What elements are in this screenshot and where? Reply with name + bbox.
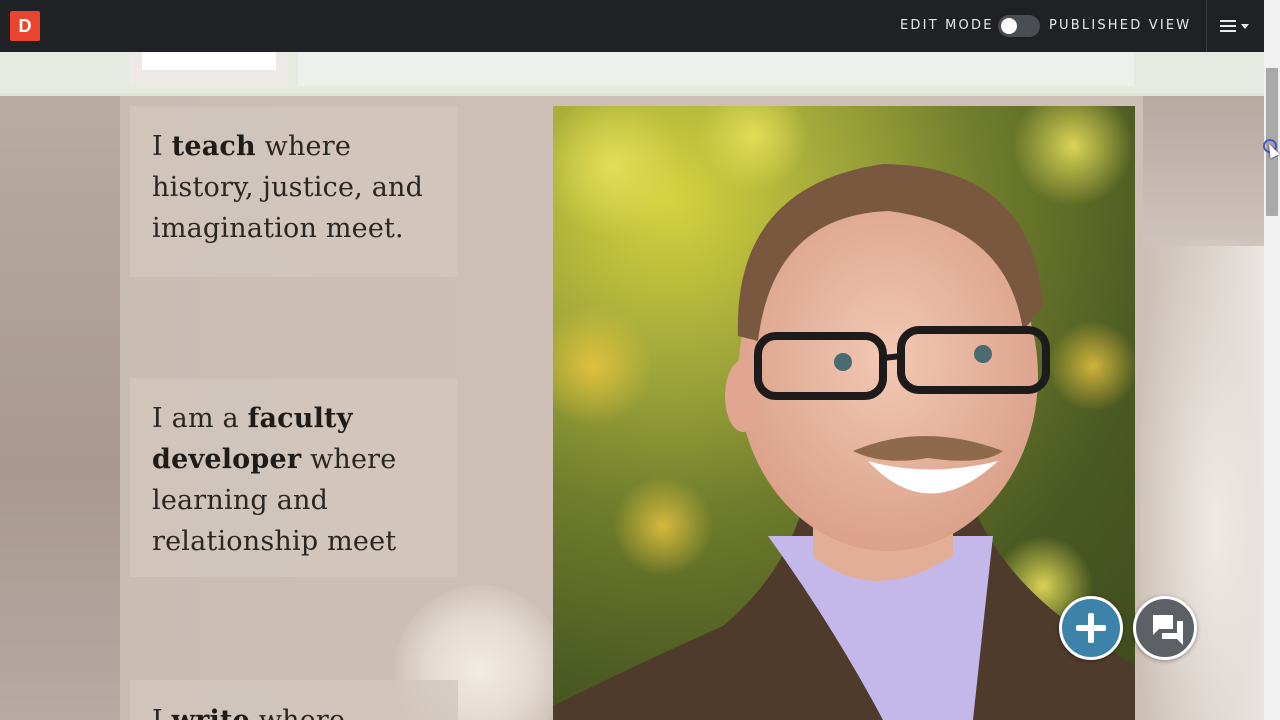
background-right-edge [1143, 96, 1264, 246]
background-left-edge [0, 96, 120, 720]
plus-icon [1088, 613, 1094, 643]
hamburger-icon [1220, 20, 1236, 35]
published-view-label[interactable]: PUBLISHED VIEW [1049, 18, 1191, 33]
statement-text: I teach where history, justice, and imag… [152, 131, 424, 244]
statement-card-write: I write where [130, 680, 458, 720]
toggle-knob [1001, 18, 1017, 34]
statement-card-teach: I teach where history, justice, and imag… [130, 106, 458, 277]
menu-divider [1206, 0, 1207, 52]
app-logo[interactable]: D [10, 11, 40, 41]
edit-mode-label[interactable]: EDIT MODE [900, 18, 994, 33]
upper-card-right [298, 52, 1134, 86]
portrait-photo [553, 106, 1135, 720]
statement-text: I am a faculty developer where learning … [152, 403, 397, 557]
chat-bubbles-icon [1153, 615, 1183, 645]
top-bar: D EDIT MODE PUBLISHED VIEW [0, 0, 1264, 52]
main-menu-button[interactable] [1218, 18, 1254, 36]
statement-text: I write where [152, 700, 436, 720]
upper-card-left [130, 52, 288, 86]
add-block-button[interactable] [1059, 596, 1123, 660]
statement-card-faculty: I am a faculty developer where learning … [130, 378, 458, 577]
chevron-down-icon [1241, 24, 1249, 29]
comments-button[interactable] [1133, 596, 1197, 660]
mode-toggle[interactable] [998, 15, 1040, 37]
upper-card-input [142, 52, 276, 70]
